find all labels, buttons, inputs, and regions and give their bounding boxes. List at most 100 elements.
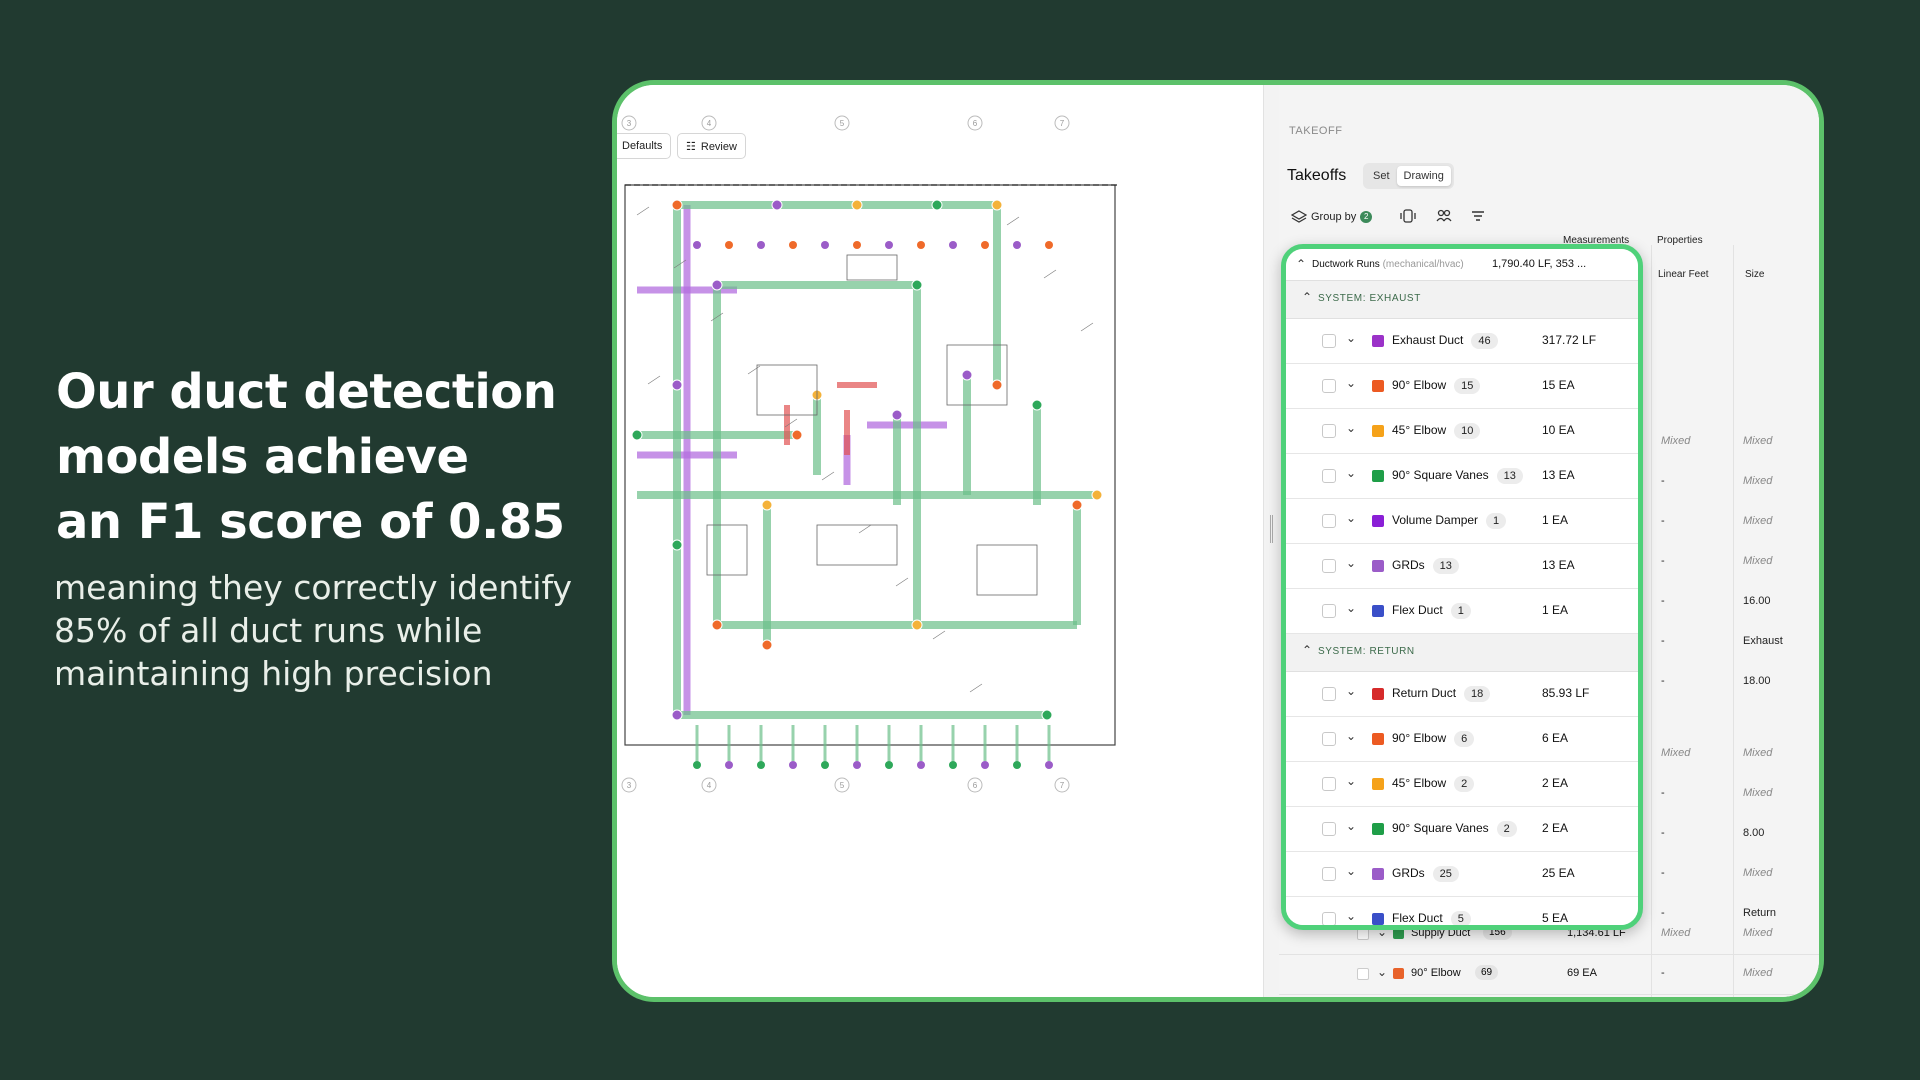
takeoff-row[interactable]: ⌄ 45° Elbow 2 2 EA: [1286, 762, 1638, 807]
takeoff-row[interactable]: ⌄ Return Duct 18 85.93 LF: [1286, 672, 1638, 717]
duct-fitting: [791, 429, 803, 441]
chevron-down-icon[interactable]: ⌄: [1346, 466, 1356, 480]
takeoff-row[interactable]: ⌄ 45° Elbow 10 10 EA: [1286, 409, 1638, 454]
row-checkbox[interactable]: [1322, 912, 1336, 925]
color-swatch: [1372, 688, 1384, 700]
row-checkbox[interactable]: [1322, 379, 1336, 393]
tab-drawing[interactable]: Drawing: [1396, 166, 1451, 186]
item-measurement: 2 EA: [1542, 776, 1569, 790]
chevron-down-icon[interactable]: ⌄: [1346, 421, 1356, 435]
row-checkbox[interactable]: [1322, 777, 1336, 791]
row-checkbox[interactable]: [1322, 424, 1336, 438]
takeoff-row[interactable]: ⌄ 90° Square Vanes 13 13 EA: [1286, 454, 1638, 499]
duct-fitting: [1071, 499, 1083, 511]
chevron-down-icon[interactable]: ⌄: [1346, 684, 1356, 698]
tab-set[interactable]: Set: [1366, 166, 1397, 186]
row-checkbox[interactable]: [1322, 469, 1336, 483]
chevron-up-icon[interactable]: ⌃: [1302, 643, 1312, 657]
chevron-down-icon[interactable]: ⌄: [1346, 729, 1356, 743]
diffuser: [789, 241, 797, 249]
item-count-badge: 18: [1464, 686, 1491, 702]
defaults-button[interactable]: Defaults: [617, 133, 672, 159]
panel-title: Takeoffs: [1287, 167, 1347, 184]
takeoff-row[interactable]: ⌄ Exhaust Duct 46 317.72 LF: [1286, 319, 1638, 364]
row-checkbox[interactable]: [1322, 822, 1336, 836]
filter-icon[interactable]: [1469, 207, 1487, 225]
item-label: 45° Elbow 10: [1392, 423, 1481, 439]
row-checkbox[interactable]: [1322, 334, 1336, 348]
takeoff-row[interactable]: ⌄ Volume Damper 1 1 EA: [1286, 499, 1638, 544]
diffuser: [725, 241, 733, 249]
drawing-viewer[interactable]: 3 3 4 4 5 5 6 6 7 7 Defaults ☷ Review: [617, 85, 1263, 997]
item-count-badge: 13: [1432, 558, 1459, 574]
review-button[interactable]: ☷ Review: [677, 133, 746, 159]
row-checkbox[interactable]: [1322, 559, 1336, 573]
linear-feet-value: -: [1661, 555, 1665, 567]
size-value: Mixed: [1743, 515, 1773, 527]
takeoff-row[interactable]: ⌄ GRDs 25 25 EA: [1286, 852, 1638, 897]
takeoff-row[interactable]: ⌄ 90° Square Vanes 2 2 EA: [1286, 807, 1638, 852]
diffuser: [821, 761, 829, 769]
takeoff-row[interactable]: ⌄ 90° Elbow 15 15 EA: [1286, 364, 1638, 409]
chevron-up-icon[interactable]: ⌃: [1302, 290, 1312, 304]
leader-line: [895, 577, 909, 587]
table-row[interactable]: ⌄ 90° Elbow 69 69 EA - Mixed: [1279, 955, 1819, 995]
color-swatch: [1372, 335, 1384, 347]
takeoff-row[interactable]: ⌄ Flex Duct 1 1 EA: [1286, 589, 1638, 634]
leader-line: [747, 365, 761, 375]
wall: [624, 184, 1116, 746]
leader-line: [1006, 216, 1020, 226]
size-value: Mixed: [1743, 787, 1773, 799]
chevron-up-icon[interactable]: ⌃: [1296, 257, 1306, 271]
chevron-down-icon[interactable]: ⌄: [1346, 774, 1356, 788]
system-header[interactable]: ⌃ SYSTEM: EXHAUST: [1286, 281, 1638, 319]
item-count-badge: 46: [1471, 333, 1498, 349]
item-name: 90° Elbow: [1411, 967, 1461, 979]
list-icon: ☷: [686, 141, 696, 153]
chevron-down-icon[interactable]: ⌄: [1346, 331, 1356, 345]
row-checkbox[interactable]: [1322, 732, 1336, 746]
row-checkbox[interactable]: [1357, 968, 1369, 980]
system-header[interactable]: ⌃ SYSTEM: RETURN: [1286, 634, 1638, 672]
duct-fitting: [931, 199, 943, 211]
chevron-down-icon[interactable]: ⌄: [1346, 864, 1356, 878]
row-checkbox[interactable]: [1322, 514, 1336, 528]
duct-fitting: [851, 199, 863, 211]
leader-line: [969, 683, 983, 693]
row-checkbox[interactable]: [1322, 867, 1336, 881]
item-name: 90° Elbow: [1392, 378, 1447, 392]
subheadline: meaning they correctly identify 85% of a…: [54, 566, 614, 695]
users-icon[interactable]: [1435, 207, 1453, 225]
grid-label: 5: [840, 781, 845, 790]
takeoff-row[interactable]: ⌄ Flex Duct 5 5 EA: [1286, 897, 1638, 925]
leader-line: [858, 524, 872, 534]
takeoff-row[interactable]: ⌄ GRDs 13 13 EA: [1286, 544, 1638, 589]
item-name: GRDs: [1392, 866, 1425, 880]
chevron-down-icon[interactable]: ⌄: [1346, 819, 1356, 833]
size-value: Mixed: [1743, 967, 1773, 979]
diffuser: [917, 761, 925, 769]
group-title: Ductwork Runs (mechanical/hvac): [1312, 259, 1464, 270]
headline: Our duct detection models achieve an F1 …: [56, 360, 596, 555]
chevron-down-icon[interactable]: ⌄: [1346, 601, 1356, 615]
headline-line-1: Our duct detection: [56, 364, 557, 420]
color-swatch: [1372, 778, 1384, 790]
chevron-down-icon[interactable]: ⌄: [1346, 511, 1356, 525]
scan-icon[interactable]: [1399, 207, 1417, 225]
panel-resize-handle[interactable]: [1263, 85, 1279, 997]
item-count-badge: 25: [1432, 866, 1459, 882]
item-count-badge: 1: [1450, 603, 1471, 619]
chevron-down-icon[interactable]: ⌄: [1346, 556, 1356, 570]
chevron-down-icon[interactable]: ⌄: [1377, 965, 1387, 979]
group-by-button[interactable]: Group by 2: [1291, 209, 1373, 225]
chevron-down-icon[interactable]: ⌄: [1346, 909, 1356, 923]
takeoff-row[interactable]: ⌄ 90° Elbow 6 6 EA: [1286, 717, 1638, 762]
group-header-row[interactable]: ⌃ Ductwork Runs (mechanical/hvac) 1,790.…: [1286, 249, 1638, 281]
duct-fitting: [991, 199, 1003, 211]
properties-column-header[interactable]: Properties: [1657, 235, 1703, 246]
row-checkbox[interactable]: [1322, 687, 1336, 701]
row-checkbox[interactable]: [1322, 604, 1336, 618]
chevron-down-icon[interactable]: ⌄: [1346, 376, 1356, 390]
item-name: 90° Square Vanes: [1392, 821, 1489, 835]
hvac-floor-plan[interactable]: 3 3 4 4 5 5 6 6 7 7: [617, 85, 1263, 997]
